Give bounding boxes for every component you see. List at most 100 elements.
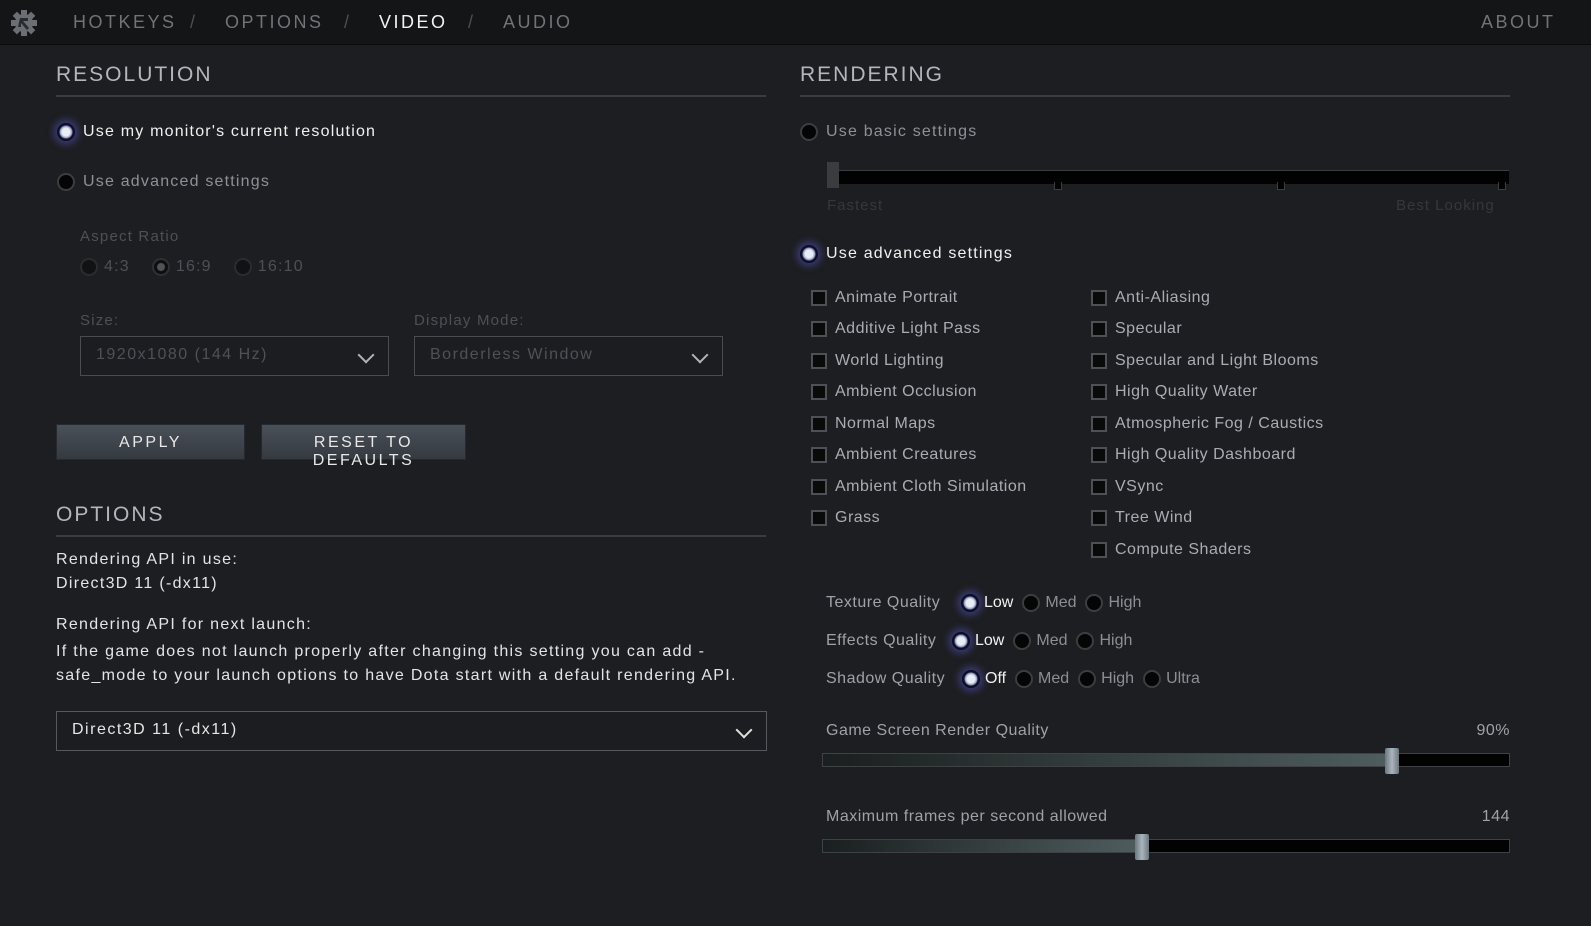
checkbox[interactable] — [811, 415, 827, 432]
checkbox-item[interactable]: Additive Light Pass — [811, 314, 1027, 346]
tab-hotkeys[interactable]: HOTKEYS — [73, 12, 177, 33]
checkbox-item[interactable]: Compute Shaders — [1091, 534, 1324, 566]
option-label: Low — [975, 632, 1005, 649]
checkbox-label: VSync — [1115, 477, 1164, 495]
shadow-ultra-radio[interactable] — [1143, 670, 1162, 688]
radio-label: Use advanced settings — [826, 245, 1014, 262]
aspect-16-9-radio[interactable] — [151, 258, 170, 276]
render-quality-slider[interactable] — [822, 748, 1510, 774]
shadow-off-radio[interactable] — [962, 670, 980, 688]
checkbox-item[interactable]: World Lighting — [811, 345, 1027, 377]
slider-thumb[interactable] — [827, 162, 839, 188]
texture-med-radio[interactable] — [1022, 594, 1041, 612]
checkbox-label: High Quality Water — [1115, 383, 1258, 401]
checkbox-label: World Lighting — [835, 351, 944, 369]
gear-icon[interactable] — [9, 8, 39, 38]
texture-quality-row: Texture Quality Low Med High — [826, 592, 1204, 614]
tab-video[interactable]: VIDEO — [379, 12, 448, 33]
radio-current-resolution[interactable]: Use my monitor's current resolution — [57, 123, 376, 141]
checkbox-label: Normal Maps — [835, 414, 936, 432]
checkbox-item[interactable]: Specular — [1091, 314, 1324, 346]
checkbox[interactable] — [1091, 384, 1107, 401]
slider-thumb[interactable] — [1385, 748, 1400, 774]
checkbox-item[interactable]: Normal Maps — [811, 408, 1027, 440]
effects-quality-row: Effects Quality Low Med High — [826, 630, 1204, 652]
tab-options[interactable]: OPTIONS — [225, 12, 324, 33]
radio-selected[interactable] — [800, 245, 818, 263]
checkbox-item[interactable]: Atmospheric Fog / Caustics — [1091, 408, 1324, 440]
rendering-api-dropdown[interactable]: Direct3D 11 (-dx11) — [56, 711, 767, 751]
radio-advanced-rendering[interactable]: Use advanced settings — [800, 245, 1013, 263]
rendering-heading: RENDERING — [800, 63, 945, 86]
tab-audio[interactable]: AUDIO — [503, 12, 573, 33]
checkbox[interactable] — [811, 384, 827, 401]
checkbox[interactable] — [1091, 415, 1107, 432]
radio-basic-settings[interactable]: Use basic settings — [800, 123, 977, 141]
checkbox[interactable] — [1091, 352, 1107, 369]
checkbox[interactable] — [811, 289, 827, 306]
checkbox[interactable] — [1091, 289, 1107, 306]
checkbox-item[interactable]: Tree Wind — [1091, 503, 1324, 535]
checkbox[interactable] — [1091, 447, 1107, 464]
radio-unselected[interactable] — [800, 123, 818, 141]
reset-defaults-button[interactable]: RESET TO DEFAULTS — [261, 424, 466, 469]
chevron-down-icon — [691, 346, 709, 364]
texture-high-radio[interactable] — [1085, 594, 1104, 612]
texture-quality-label: Texture Quality — [826, 594, 941, 611]
options-heading: OPTIONS — [56, 503, 165, 526]
checkbox-label: Compute Shaders — [1115, 540, 1252, 558]
effects-med-radio[interactable] — [1013, 632, 1032, 650]
checkbox-item[interactable]: Animate Portrait — [811, 282, 1027, 314]
about-link[interactable]: ABOUT — [1481, 12, 1556, 33]
checkbox-item[interactable]: Ambient Cloth Simulation — [811, 471, 1027, 503]
apply-button[interactable]: APPLY — [56, 424, 245, 460]
checkbox-item[interactable]: Specular and Light Blooms — [1091, 345, 1324, 377]
aspect-4-3-radio[interactable] — [80, 258, 98, 276]
effects-low-radio[interactable] — [952, 632, 970, 650]
size-dropdown[interactable]: 1920x1080 (144 Hz) — [80, 336, 389, 376]
checkbox[interactable] — [811, 478, 827, 495]
size-label: Size: — [80, 312, 120, 329]
slider-tick — [1277, 182, 1285, 190]
option-label: High — [1101, 670, 1135, 687]
checkbox-item[interactable]: VSync — [1091, 471, 1324, 503]
radio-label: Use basic settings — [826, 123, 978, 140]
display-mode-value: Borderless Window — [430, 346, 594, 363]
checkbox-item[interactable]: Anti-Aliasing — [1091, 282, 1324, 314]
checkbox[interactable] — [1091, 541, 1107, 558]
checkbox-column-right: Anti-Aliasing Specular Specular and Light … — [1091, 282, 1324, 566]
checkbox-item[interactable]: High Quality Water — [1091, 377, 1324, 409]
radio-unselected[interactable] — [57, 173, 75, 191]
aspect-16-10-radio[interactable] — [233, 258, 252, 276]
effects-high-radio[interactable] — [1076, 632, 1095, 650]
shadow-high-radio[interactable] — [1078, 670, 1097, 688]
checkbox-item[interactable]: Ambient Creatures — [811, 440, 1027, 472]
checkbox[interactable] — [811, 321, 827, 338]
max-fps-slider[interactable] — [822, 834, 1510, 860]
basic-quality-slider[interactable] — [827, 162, 1509, 190]
checkbox[interactable] — [1091, 321, 1107, 338]
size-value: 1920x1080 (144 Hz) — [96, 346, 268, 363]
shadow-med-radio[interactable] — [1015, 670, 1034, 688]
nav-separator: / — [190, 12, 196, 32]
checkbox[interactable] — [811, 510, 827, 527]
checkbox-item[interactable]: High Quality Dashboard — [1091, 440, 1324, 472]
checkbox[interactable] — [1091, 510, 1107, 527]
checkbox-item[interactable]: Ambient Occlusion — [811, 377, 1027, 409]
texture-low-radio[interactable] — [961, 594, 979, 612]
slider-thumb[interactable] — [1134, 834, 1149, 860]
nav-separator: / — [344, 12, 350, 32]
checkbox[interactable] — [1091, 478, 1107, 495]
radio-label: Use advanced settings — [83, 173, 271, 190]
checkbox-item[interactable]: Grass — [811, 503, 1027, 535]
checkbox[interactable] — [811, 447, 827, 464]
slider-fill — [823, 754, 1393, 766]
render-quality-label: Game Screen Render Quality — [826, 722, 1049, 739]
checkbox-label: Animate Portrait — [835, 288, 958, 306]
aspect-ratio-label: Aspect Ratio — [80, 228, 180, 245]
display-mode-dropdown[interactable]: Borderless Window — [414, 336, 723, 376]
radio-advanced-resolution[interactable]: Use advanced settings — [57, 173, 270, 191]
checkbox[interactable] — [811, 352, 827, 369]
checkbox-label: Specular and Light Blooms — [1115, 351, 1319, 369]
radio-selected[interactable] — [57, 123, 75, 141]
